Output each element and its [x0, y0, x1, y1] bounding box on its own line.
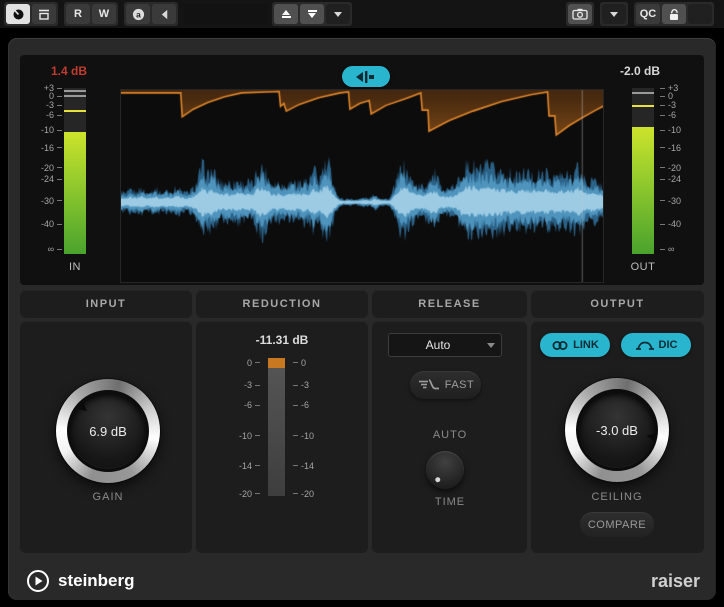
qc-group: QC	[634, 2, 714, 26]
lock-button[interactable]	[662, 4, 686, 24]
functions-menu-button[interactable]	[602, 4, 626, 24]
link-button-label: LINK	[573, 339, 599, 351]
dic-button-label: DIC	[658, 339, 678, 351]
automation-a-icon: a	[132, 8, 144, 20]
previous-preset-button[interactable]	[274, 4, 298, 24]
gain-knob-value: 6.9 dB	[89, 423, 127, 439]
bypass-icon	[39, 9, 49, 20]
previous-preset-icon	[281, 10, 291, 18]
reduction-scale-left: 0 -3 -6 -10 -14 -20	[230, 358, 260, 499]
time-label: TIME	[434, 496, 466, 508]
compare-button-label: COMPARE	[587, 518, 647, 531]
brand-name: steinberg	[58, 571, 135, 590]
steinberg-brand: steinberg	[26, 569, 135, 593]
time-knob[interactable]	[426, 451, 464, 489]
release-section: Auto FAST AUTO TIME	[372, 321, 527, 553]
svg-text:a: a	[136, 9, 141, 19]
preset-name-field[interactable]	[184, 4, 268, 24]
waveform-view	[120, 89, 604, 283]
release-section-title: RELEASE	[418, 298, 481, 310]
unlock-icon	[670, 8, 678, 20]
reduction-meter	[268, 358, 285, 496]
reduction-section-title: REDUCTION	[242, 298, 322, 310]
waveform-display-panel: 1.4 dB +3 0 -3 -6 -10 -16 -20 -24 -30 -40 ∞ IN -2.…	[20, 55, 704, 285]
input-section-header: INPUT	[20, 290, 192, 318]
snapshot-button[interactable]	[568, 4, 592, 24]
out-level-meter[interactable]	[632, 88, 654, 254]
raiser-plugin-window: 1.4 dB +3 0 -3 -6 -10 -16 -20 -24 -30 -40 ∞ IN -2.…	[8, 38, 716, 600]
chevron-down-icon	[334, 11, 342, 17]
reduction-value: -11.31 dB	[255, 333, 309, 347]
preset-menu-button[interactable]	[326, 4, 350, 24]
snapshot-group	[566, 2, 594, 26]
gain-label: GAIN	[92, 491, 124, 503]
automation-button[interactable]: a	[126, 4, 150, 24]
camera-icon	[572, 8, 588, 20]
chevron-down-icon	[487, 342, 495, 348]
link-button[interactable]: LINK	[540, 333, 610, 357]
automation-rw-group: R W	[64, 2, 118, 26]
ceiling-label: CEILING	[591, 491, 643, 503]
out-meter-scale: +3 0 -3 -6 -10 -16 -20 -24 -30 -40 ∞	[660, 83, 694, 254]
fast-button-label: FAST	[444, 379, 475, 391]
activate-button[interactable]	[6, 4, 30, 24]
compare-button[interactable]: COMPARE	[580, 512, 654, 537]
release-mode-select[interactable]: Auto	[388, 333, 502, 357]
release-section-header: RELEASE	[372, 290, 527, 318]
output-section-header: OUTPUT	[531, 290, 704, 318]
power-icon	[12, 8, 24, 20]
reduction-section-header: REDUCTION	[196, 290, 368, 318]
dic-button[interactable]: DIC	[621, 333, 691, 357]
ceiling-knob-value: -3.0 dB	[596, 422, 638, 438]
time-knob-dot	[433, 475, 441, 483]
arrow-left-icon	[161, 9, 167, 19]
out-meter-label: OUT	[630, 261, 656, 273]
reduction-section: -11.31 dB 0 -3 -6 -10 -14 -20 0 -3 -6 -10 -14 -20	[196, 321, 368, 553]
activate-group	[4, 2, 58, 26]
gain-knob-notch	[77, 401, 90, 414]
bypass-button[interactable]	[32, 4, 56, 24]
plugin-toolbar: R W a QC	[0, 0, 724, 28]
out-meter-value: -2.0 dB	[619, 64, 660, 78]
ceiling-knob[interactable]: -3.0 dB	[565, 378, 669, 482]
output-section-title: OUTPUT	[590, 298, 645, 310]
in-meter-label: IN	[69, 261, 81, 273]
chevron-down-icon	[610, 11, 618, 17]
extra-slot-button[interactable]	[688, 4, 712, 24]
input-section-title: INPUT	[85, 298, 127, 310]
automation-misc-group: a	[124, 2, 178, 26]
input-section: 6.9 dB GAIN	[20, 321, 192, 553]
next-preset-button[interactable]	[300, 4, 324, 24]
reduction-meter-fill	[268, 358, 285, 369]
steinberg-logo-icon	[27, 570, 49, 592]
position-handle-button[interactable]	[342, 66, 390, 87]
intersample-clip-icon	[635, 341, 654, 350]
in-level-meter[interactable]	[64, 88, 86, 254]
output-section: LINK DIC -3.0 dB CEILING COMPARE	[531, 321, 704, 553]
functions-group	[600, 2, 628, 26]
ceiling-knob-notch	[645, 431, 655, 441]
move-left-handle-icon	[356, 70, 374, 83]
link-chain-icon	[552, 340, 568, 350]
auto-label: AUTO	[432, 429, 468, 441]
preset-nav-group	[272, 2, 352, 26]
waveform-canvas	[121, 90, 603, 282]
gain-knob[interactable]: 6.9 dB	[56, 379, 160, 483]
reduction-scale-right: 0 -3 -6 -10 -14 -20	[293, 358, 323, 499]
switch-side-button[interactable]	[152, 4, 176, 24]
read-automation-button[interactable]: R	[66, 4, 90, 24]
footer-bar: steinberg raiser	[26, 566, 700, 596]
plugin-name: raiser	[650, 570, 700, 591]
write-automation-button[interactable]: W	[92, 4, 116, 24]
in-meter-value: 1.4 dB	[50, 64, 87, 78]
next-preset-icon	[307, 10, 317, 18]
fast-button[interactable]: FAST	[410, 371, 481, 399]
in-meter-scale: +3 0 -3 -6 -10 -16 -20 -24 -30 -40 ∞	[28, 83, 62, 254]
quick-controls-button[interactable]: QC	[636, 4, 660, 24]
fast-release-icon	[418, 379, 439, 390]
release-mode-value: Auto	[425, 338, 451, 352]
